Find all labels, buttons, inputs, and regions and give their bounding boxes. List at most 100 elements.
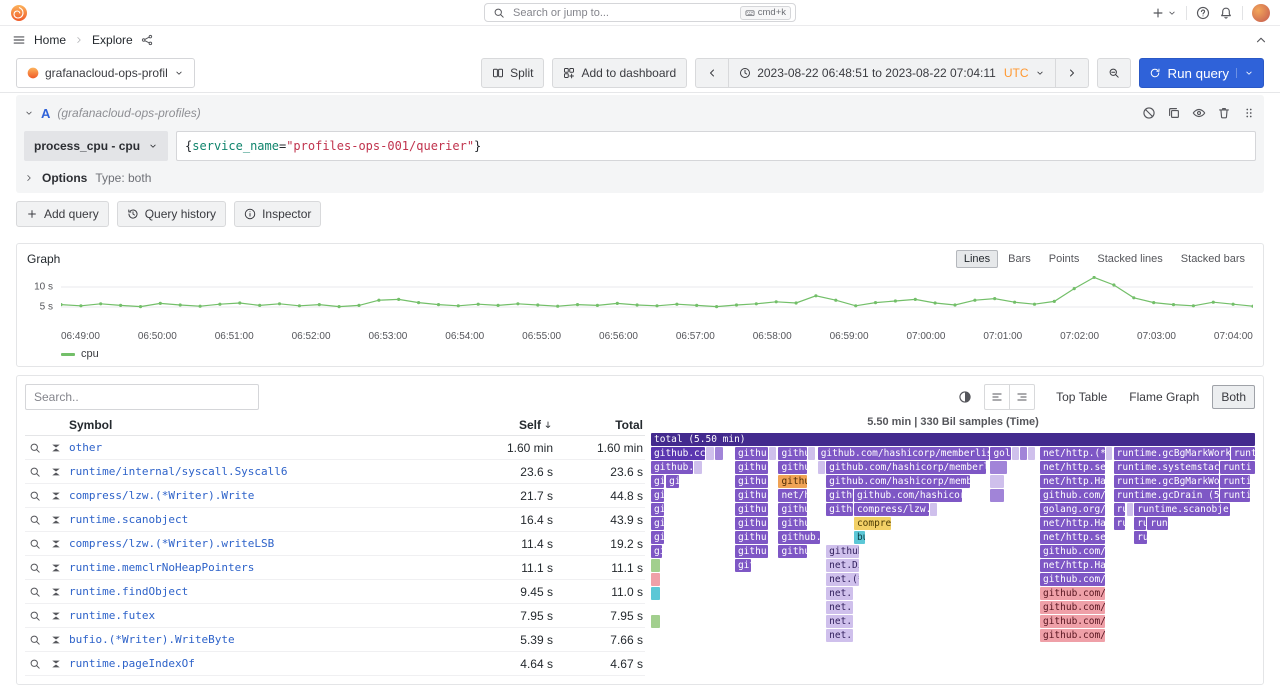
flame-block[interactable]: rur — [1134, 531, 1147, 544]
flame-block[interactable]: runt — [1147, 517, 1168, 530]
query-expression-input[interactable]: {service_name="profiles-ops-001/querier"… — [176, 131, 1256, 161]
flame-block[interactable]: net/http.(*c — [1040, 447, 1105, 460]
graph-mode-stacked-bars[interactable]: Stacked bars — [1173, 250, 1253, 268]
flame-block[interactable]: net.(* — [826, 573, 859, 586]
flame-block[interactable]: net.( — [826, 615, 853, 628]
search-icon[interactable] — [29, 562, 41, 574]
flame-block[interactable]: net/http.ser — [1040, 461, 1105, 474]
share-shortlink-button[interactable] — [141, 34, 153, 46]
view-tab-both[interactable]: Both — [1212, 385, 1255, 409]
flame-block[interactable]: gola — [990, 447, 1011, 460]
breadcrumb-home[interactable]: Home — [34, 33, 66, 47]
flame-block[interactable]: net/h — [778, 489, 806, 502]
flame-block[interactable]: githu — [778, 447, 806, 460]
search-icon[interactable] — [29, 466, 41, 478]
flame-block[interactable]: net/http.Han — [1040, 559, 1105, 572]
sandwich-view-icon[interactable] — [50, 538, 62, 550]
flame-block[interactable]: githu — [735, 447, 768, 460]
mega-menu-toggle[interactable] — [12, 33, 26, 47]
search-icon[interactable] — [29, 658, 41, 670]
flame-block[interactable] — [1012, 447, 1019, 460]
flame-block[interactable]: github.com/hashicorp — [854, 489, 962, 502]
flame-block[interactable] — [1020, 447, 1027, 460]
flame-block[interactable]: compress/lzw.(*W — [854, 503, 929, 516]
flame-block[interactable] — [715, 447, 723, 460]
flame-block[interactable]: github.com/c — [1040, 545, 1105, 558]
align-text-left-button[interactable] — [984, 384, 1010, 410]
symbol-link[interactable]: runtime/internal/syscall.Syscall6 — [69, 465, 469, 478]
flame-block[interactable]: githu — [778, 475, 806, 488]
align-text-right-button[interactable] — [1009, 384, 1035, 410]
flame-block[interactable]: github. — [651, 461, 693, 474]
flame-block[interactable]: githu — [778, 517, 806, 530]
time-shift-forward-button[interactable] — [1055, 58, 1089, 88]
datasource-picker[interactable]: grafanacloud-ops-profil — [16, 58, 195, 88]
flame-block[interactable]: github.com/f — [1040, 601, 1105, 614]
flame-block[interactable]: net.( — [826, 601, 853, 614]
flame-block[interactable]: git — [651, 517, 664, 530]
flame-block[interactable]: runtime.gcDrain (55.5 — [1114, 489, 1219, 502]
color-scheme-button[interactable] — [952, 384, 978, 410]
column-header-total[interactable]: Total — [553, 418, 645, 432]
graph-mode-lines[interactable]: Lines — [956, 250, 998, 268]
symbol-link[interactable]: runtime.findObject — [69, 585, 469, 598]
symbol-link[interactable]: runtime.futex — [69, 609, 469, 622]
symbol-search-input[interactable] — [25, 384, 259, 410]
symbol-link[interactable]: runtime.memclrNoHeapPointers — [69, 561, 469, 574]
flame-block[interactable] — [651, 615, 660, 628]
flame-block[interactable]: github. — [826, 545, 859, 558]
flame-block[interactable]: github.com/5 — [1040, 587, 1105, 600]
search-icon[interactable] — [29, 610, 41, 622]
collapse-query-button[interactable] — [24, 108, 34, 118]
flame-block[interactable]: net/http.Han — [1040, 517, 1105, 530]
flame-block[interactable]: total (5.50 min) — [651, 433, 1255, 446]
flame-block[interactable] — [990, 461, 1007, 474]
sandwich-view-icon[interactable] — [50, 490, 62, 502]
flame-block[interactable]: runti — [1220, 475, 1250, 488]
flame-block[interactable] — [1127, 503, 1133, 516]
inspector-button[interactable]: Inspector — [234, 201, 321, 227]
search-icon[interactable] — [29, 442, 41, 454]
flame-block[interactable]: golang.org/x — [1040, 503, 1105, 516]
flame-block[interactable]: net.Di — [826, 559, 859, 572]
split-button[interactable]: Split — [481, 58, 544, 88]
sandwich-view-icon[interactable] — [50, 466, 62, 478]
flame-block[interactable]: github.c — [778, 531, 819, 544]
symbol-link[interactable]: other — [69, 441, 469, 454]
flame-block[interactable]: githu — [735, 489, 768, 502]
view-tab-flame-graph[interactable]: Flame Graph — [1120, 385, 1208, 409]
flame-block[interactable]: github.com/g — [1040, 573, 1105, 586]
flame-block[interactable] — [694, 461, 701, 474]
query-history-button[interactable]: Query history — [117, 201, 226, 227]
flame-block[interactable] — [1028, 447, 1035, 460]
flame-block[interactable]: net.( — [826, 629, 853, 642]
sandwich-view-icon[interactable] — [50, 658, 62, 670]
flame-block[interactable]: run — [1134, 517, 1145, 530]
help-button[interactable] — [1196, 6, 1210, 20]
sandwich-view-icon[interactable] — [50, 610, 62, 622]
flame-block[interactable]: githu — [778, 461, 806, 474]
run-query-button[interactable]: Run query — [1139, 58, 1265, 88]
flame-block[interactable] — [930, 503, 937, 516]
flame-block[interactable]: runti — [1220, 489, 1250, 502]
flame-block[interactable] — [651, 573, 660, 586]
flame-block[interactable]: git — [651, 503, 664, 516]
flame-block[interactable]: github.cc — [826, 489, 853, 502]
flame-block[interactable]: githu — [735, 517, 768, 530]
flame-block[interactable]: net.( — [826, 587, 853, 600]
symbol-link[interactable]: runtime.pageIndexOf — [69, 657, 469, 670]
flame-block[interactable]: runtime — [1231, 447, 1255, 460]
flame-block[interactable]: gi — [651, 545, 662, 558]
profile-type-picker[interactable]: process_cpu - cpu — [24, 131, 168, 161]
symbol-link[interactable]: bufio.(*Writer).WriteByte — [69, 633, 469, 646]
flame-block[interactable] — [769, 447, 776, 460]
flame-block[interactable] — [818, 461, 825, 474]
flame-block[interactable]: git — [651, 475, 664, 488]
flame-block[interactable] — [651, 559, 660, 572]
run-query-interval-dropdown[interactable] — [1236, 68, 1254, 78]
flame-block[interactable]: github.com/hashicorp/memberli — [826, 475, 970, 488]
search-icon[interactable] — [29, 538, 41, 550]
options-expand-button[interactable] — [24, 173, 34, 183]
sandwich-view-icon[interactable] — [50, 562, 62, 574]
sandwich-view-icon[interactable] — [50, 586, 62, 598]
